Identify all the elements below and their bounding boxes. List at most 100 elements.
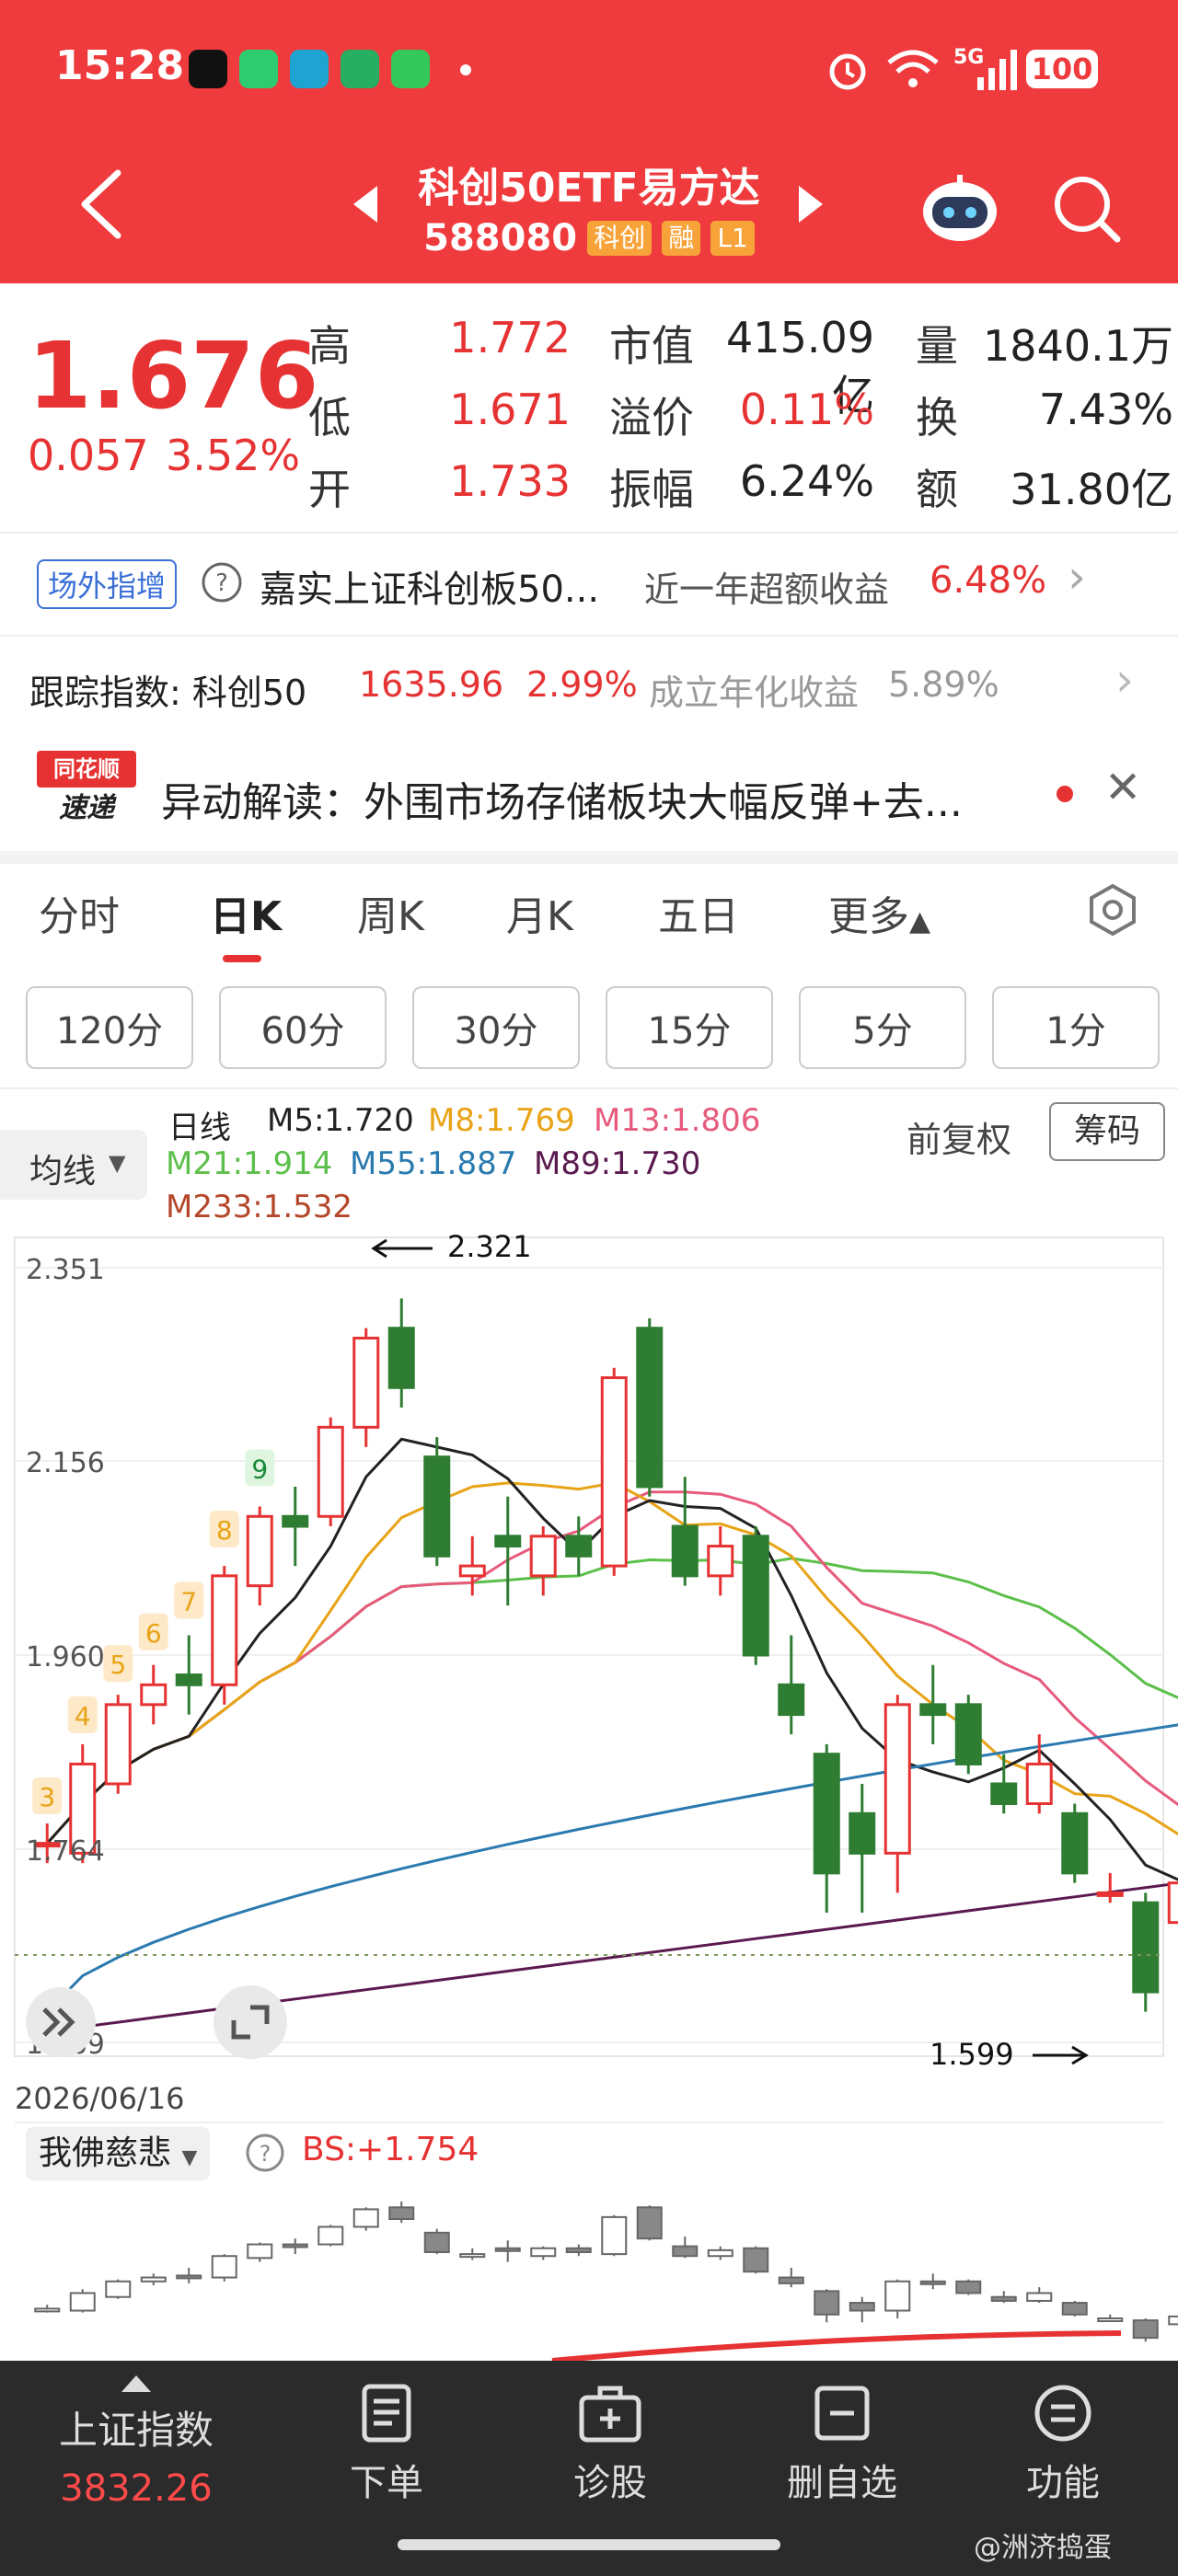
indicator-bar: [636, 2206, 663, 2240]
indicator-bar: [1132, 2319, 1159, 2340]
tab-weekly-k[interactable]: 周K: [357, 883, 424, 942]
menu-circle-icon: [1034, 2385, 1091, 2442]
chip-distribution-button[interactable]: 筹码: [1049, 1102, 1165, 1161]
tab-daily-k[interactable]: 日K: [210, 883, 282, 942]
caret-down-icon: ▼: [109, 1150, 126, 1176]
tab-remove-watchlist[interactable]: 删自选: [773, 2383, 911, 2506]
tracking-index-row[interactable]: 跟踪指数: 科创50 1635.96 2.99% 成立年化收益 5.89% ›: [0, 644, 1178, 727]
sequence-label: 6: [145, 1618, 162, 1649]
home-indicator[interactable]: [398, 2539, 780, 2550]
ma5-label: M5:1.720: [267, 1102, 414, 1139]
indicator-chart[interactable]: [0, 2180, 1178, 2361]
divider: [0, 532, 1178, 534]
next-stock-icon[interactable]: [797, 184, 825, 224]
news-logo-top: 同花顺: [37, 751, 136, 788]
ma-selector-label: 均线: [29, 1153, 97, 1190]
tab-more[interactable]: 更多▲: [828, 883, 930, 942]
fullscreen-button[interactable]: [214, 1985, 287, 2059]
label-premium: 溢价: [609, 393, 694, 443]
pill-120min[interactable]: 120分: [26, 986, 193, 1069]
news-flash-row[interactable]: 同花顺 速递 异动解读：外围市场存储板块大幅反弹+去... ✕: [0, 745, 1178, 842]
indicator-bar: [494, 2247, 521, 2252]
offsite-badge: 场外指增: [37, 559, 178, 609]
tag-margin: 融: [662, 221, 701, 256]
indicator-bar: [743, 2247, 769, 2273]
label-amplitude: 振幅: [609, 465, 694, 514]
indicator-bar: [884, 2280, 911, 2312]
indicator-bar: [105, 2280, 132, 2298]
help-icon[interactable]: ?: [245, 2133, 285, 2173]
robot-assistant-icon[interactable]: [918, 173, 1001, 247]
ma-selector[interactable]: 均线 ▼: [0, 1130, 147, 1200]
sequence-label: 4: [75, 1701, 91, 1731]
candle-up: [246, 1514, 273, 1588]
mobile-app-icon: [290, 50, 329, 88]
candle-down: [282, 1514, 309, 1528]
help-icon[interactable]: ?: [201, 561, 243, 604]
value-high: 1.772: [449, 313, 571, 362]
wifi-icon: [887, 50, 939, 87]
fund-name: 嘉实上证科创板50...: [260, 569, 600, 611]
value-low: 1.671: [449, 385, 571, 434]
close-icon[interactable]: ✕: [1104, 762, 1141, 813]
pill-30min[interactable]: 30分: [412, 986, 580, 1069]
indicator-bar: [140, 2276, 167, 2283]
indicator-name: 我佛慈悲: [39, 2134, 172, 2172]
top-header: 15:28 5G 100 科创50ETF易方达 588080 科创 融 L1: [0, 0, 1178, 283]
settings-hexagon-icon[interactable]: [1084, 881, 1141, 938]
tab-intraday[interactable]: 分时: [39, 883, 120, 942]
indicator-bar: [318, 2225, 344, 2246]
pill-1min[interactable]: 1分: [992, 986, 1160, 1069]
tab-diagnose[interactable]: 诊股: [550, 2383, 670, 2506]
news-logo-bottom: 速递: [59, 792, 114, 824]
indicator-bar: [849, 2302, 875, 2312]
indicator-bar: [34, 2307, 61, 2313]
indicator-bar: [919, 2280, 946, 2285]
value-turnover: 7.43%: [1038, 385, 1173, 434]
ma21-label: M21:1.914: [166, 1145, 333, 1182]
indicator-bar: [778, 2276, 804, 2284]
candle-down: [671, 1524, 699, 1578]
indicator-bar: [565, 2247, 592, 2254]
annual-return-label: 成立年化收益: [649, 673, 860, 713]
indicator-bar: [388, 2206, 415, 2220]
sequence-label: 7: [180, 1586, 197, 1616]
candle-up: [529, 1535, 557, 1578]
indicator-selector[interactable]: 我佛慈悲 ▼: [26, 2127, 211, 2180]
tab-place-order[interactable]: 下单: [327, 2383, 446, 2506]
tracking-index-pct: 2.99%: [526, 664, 638, 705]
tab-place-order-label: 下单: [350, 2462, 423, 2504]
candle-up: [458, 1564, 486, 1578]
indicator-bar: [990, 2295, 1017, 2302]
adjust-mode[interactable]: 前复权: [907, 1111, 1011, 1162]
label-low: 低: [308, 393, 351, 443]
candle-down: [742, 1535, 769, 1657]
indicator-bar: [530, 2247, 557, 2258]
pill-60min[interactable]: 60分: [219, 986, 387, 1069]
label-volume: 量: [916, 321, 958, 371]
indicator-bar: [672, 2245, 699, 2258]
pill-5min[interactable]: 5分: [799, 986, 966, 1069]
kline-chart[interactable]: 3456789 2.3512.1561.9601.7641.569 2.321 …: [0, 1233, 1178, 2079]
index-name[interactable]: 上证指数: [37, 2399, 236, 2455]
expand-chart-button[interactable]: [26, 1987, 96, 2057]
active-tab-indicator: [223, 955, 261, 962]
pill-15min[interactable]: 15分: [606, 986, 773, 1069]
back-arrow-icon[interactable]: [74, 167, 129, 241]
candle-up: [884, 1703, 911, 1855]
indicator-bar: [955, 2280, 982, 2294]
tiktok-app-icon: [189, 50, 227, 88]
offsite-fund-row[interactable]: 场外指增 ? 嘉实上证科创板50... 近一年超额收益 6.48% ›: [0, 543, 1178, 626]
sequence-label: 3: [39, 1782, 55, 1812]
ma89-label: M89:1.730: [534, 1145, 701, 1182]
candle-down: [423, 1455, 451, 1558]
chart-frame: [14, 1236, 1164, 2057]
prev-stock-icon[interactable]: [352, 184, 379, 224]
tab-monthly-k[interactable]: 月K: [506, 883, 573, 942]
price-change-pct: 3.52%: [166, 431, 301, 480]
tab-functions[interactable]: 功能: [1003, 2383, 1123, 2506]
indicator-bar: [707, 2248, 733, 2258]
indicator-bar: [247, 2243, 273, 2260]
search-icon[interactable]: [1049, 171, 1123, 245]
tab-five-day[interactable]: 五日: [658, 883, 739, 942]
